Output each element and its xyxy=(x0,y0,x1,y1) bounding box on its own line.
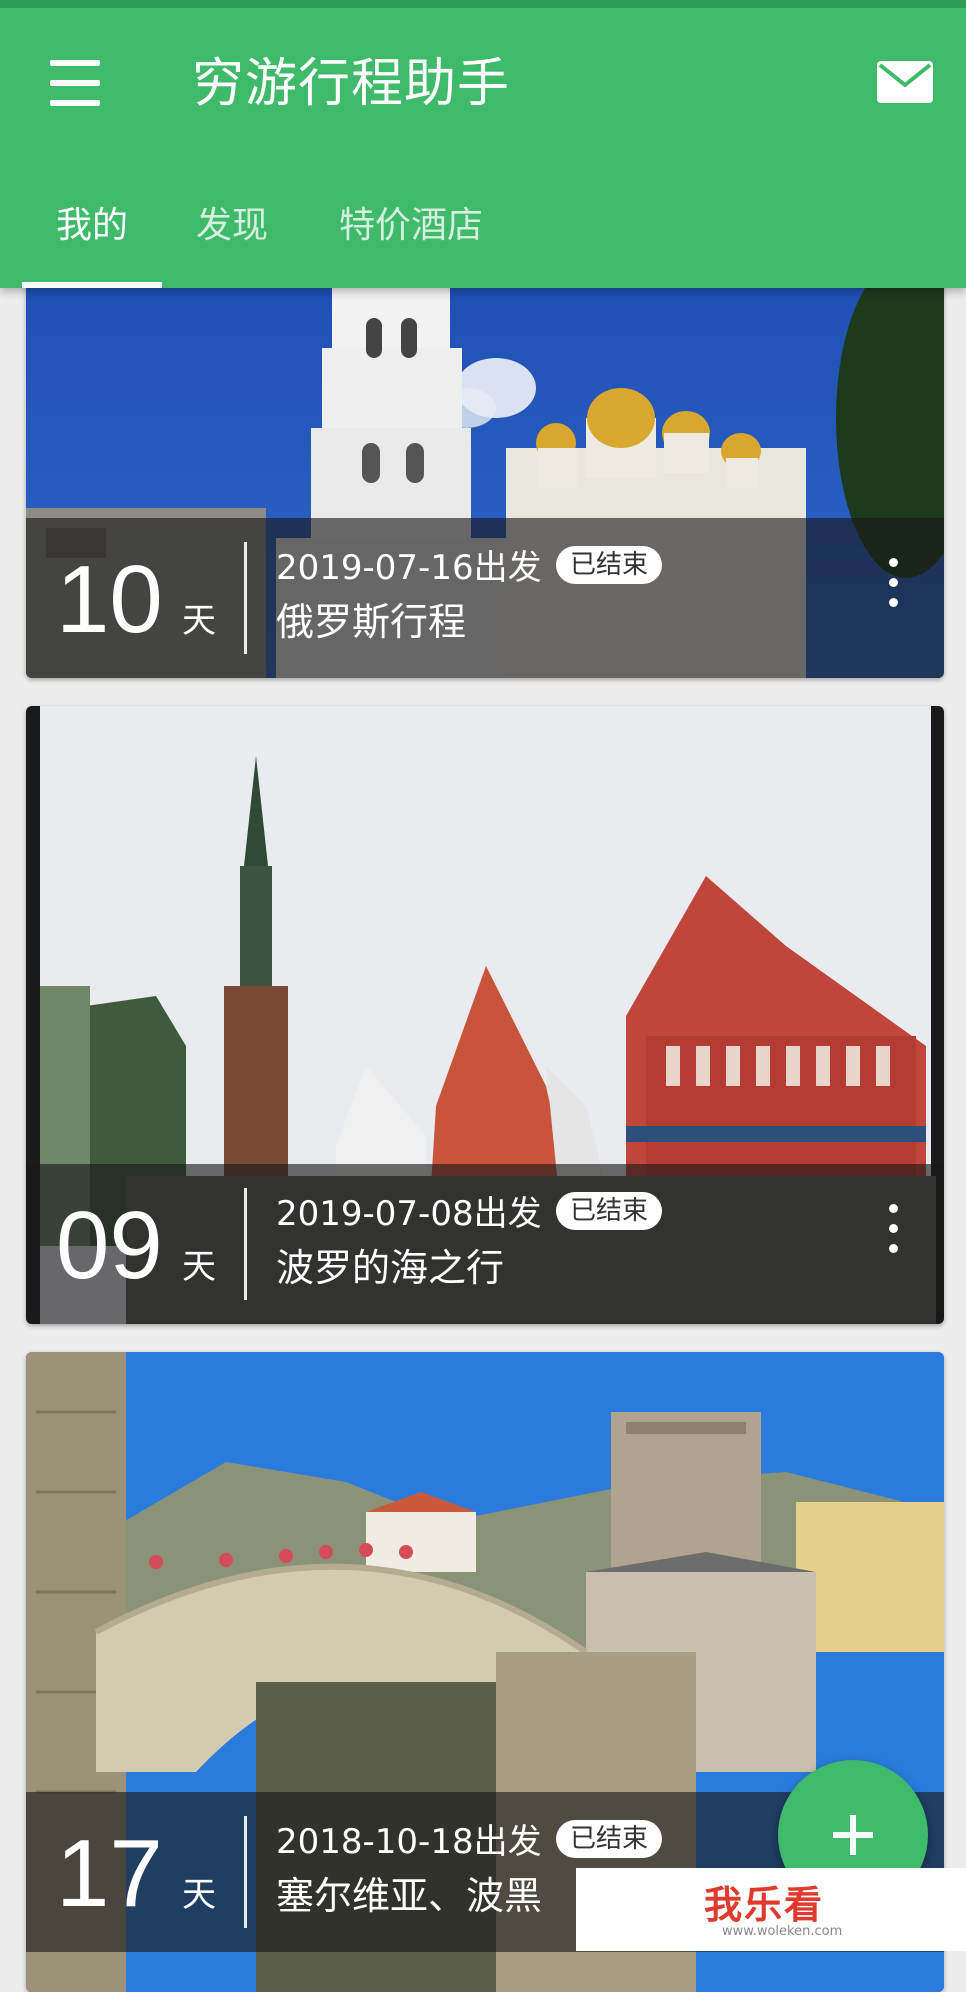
status-badge: 已结束 xyxy=(556,1820,663,1858)
tab-mine[interactable]: 我的 xyxy=(22,190,162,288)
app-title: 穷游行程助手 xyxy=(192,54,511,114)
tab-bar: 我的 发现 特价酒店 xyxy=(0,190,966,288)
mail-icon[interactable] xyxy=(876,60,934,104)
more-vertical-icon[interactable] xyxy=(886,558,900,608)
trip-days-count: 09 xyxy=(56,1192,163,1299)
trip-card[interactable]: 10 天 2019-07-16出发 已结束 俄罗斯行程 xyxy=(26,268,944,678)
trip-name: 俄罗斯行程 xyxy=(276,600,467,644)
trip-days-unit: 天 xyxy=(182,601,216,641)
status-strip xyxy=(0,0,966,8)
trip-days-unit: 天 xyxy=(182,1247,216,1287)
trip-start-date: 2019-07-16出发 xyxy=(276,548,542,588)
active-tab-indicator xyxy=(22,282,162,288)
divider xyxy=(244,1816,247,1928)
trip-card[interactable]: 09 天 2019-07-08出发 已结束 波罗的海之行 xyxy=(26,706,944,1324)
watermark-url: www.woleken.com xyxy=(722,1924,843,1939)
hamburger-menu-icon[interactable] xyxy=(44,60,106,108)
divider xyxy=(244,1188,247,1300)
status-badge: 已结束 xyxy=(556,546,663,584)
trip-start-date: 2018-10-18出发 xyxy=(276,1822,542,1862)
more-vertical-icon[interactable] xyxy=(886,1204,900,1254)
watermark-text: 我乐看 xyxy=(704,1883,825,1927)
trip-days-unit: 天 xyxy=(182,1875,216,1915)
trip-days-count: 10 xyxy=(56,546,163,653)
trip-name: 塞尔维亚、波黑 xyxy=(276,1874,543,1918)
app-bar: 穷游行程助手 我的 发现 特价酒店 xyxy=(0,0,966,288)
trip-info-overlay xyxy=(26,518,944,678)
trip-name: 波罗的海之行 xyxy=(276,1246,505,1290)
divider xyxy=(244,542,247,654)
tab-hotel-deals[interactable]: 特价酒店 xyxy=(318,190,504,288)
tab-discover[interactable]: 发现 xyxy=(170,190,294,288)
trip-days-count: 17 xyxy=(56,1820,163,1927)
watermark: 我乐看 www.woleken.com xyxy=(576,1868,966,1951)
status-badge: 已结束 xyxy=(556,1192,663,1230)
trip-start-date: 2019-07-08出发 xyxy=(276,1194,542,1234)
